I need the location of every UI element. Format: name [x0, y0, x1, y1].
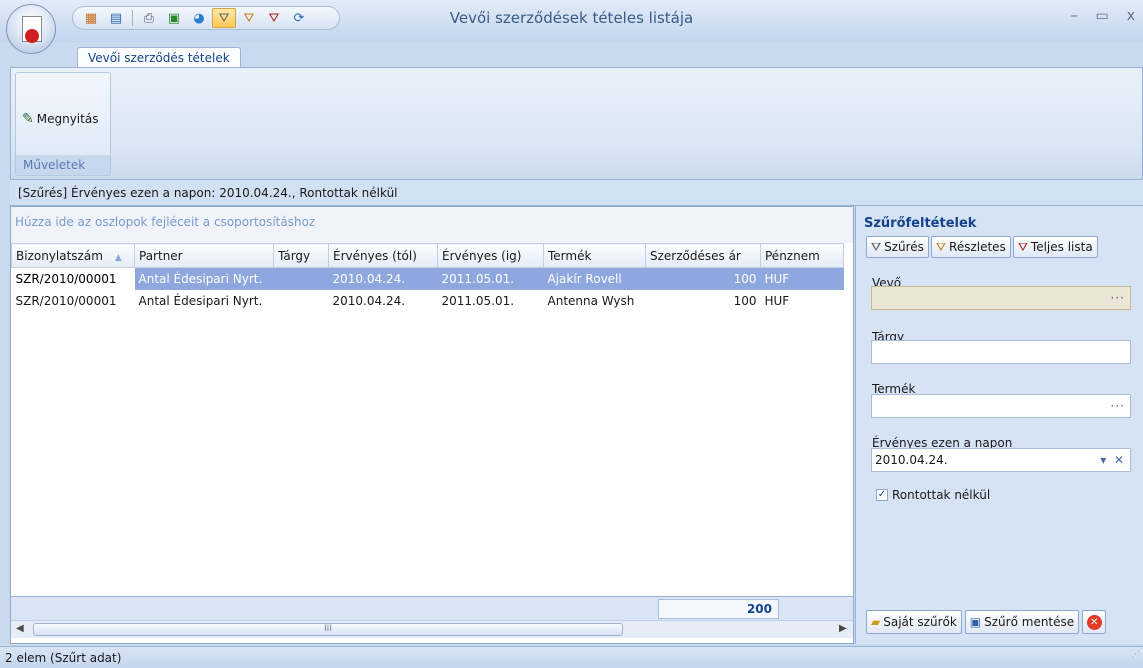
edit-icon: ✎	[22, 111, 34, 127]
save-filter-button[interactable]: ▣ Szűrő mentése	[964, 610, 1080, 634]
cell-price[interactable]: 100	[646, 290, 761, 312]
scroll-right-icon[interactable]: ▶	[839, 623, 847, 634]
table-row[interactable]: SZR/2010/00001 Antal Édesipari Nyrt. 201…	[11, 267, 844, 290]
close-button[interactable]: x	[1127, 8, 1135, 24]
maximize-button[interactable]: ▭	[1095, 8, 1108, 24]
seal-icon	[25, 29, 39, 43]
ribbon: ✎ Megnyitás Műveletek	[10, 67, 1143, 180]
grid-table: Bizonylatszám ▲ Partner Tárgy Érvényes (t…	[11, 243, 844, 312]
column-header-product[interactable]: Termék	[543, 243, 646, 268]
column-header-subject[interactable]: Tárgy	[273, 243, 329, 268]
cell-product[interactable]: Antenna Wysh	[544, 290, 646, 312]
column-header-contract-price[interactable]: Szerződéses ár	[645, 243, 761, 268]
ribbon-tab-row: Vevői szerződés tételek	[0, 42, 1143, 70]
minimize-button[interactable]: –	[1070, 8, 1077, 24]
open-button[interactable]: ✎ Megnyitás	[22, 111, 98, 127]
ribbon-group-actions: ✎ Megnyitás Műveletek	[15, 72, 111, 176]
column-header-doc-number[interactable]: Bizonylatszám ▲	[11, 243, 135, 268]
column-header-currency[interactable]: Pénznem	[760, 243, 844, 268]
title-bar: ▦ ▤ ⎙ ▣ ◕ ⛛ ⛛ ⛛ ⟳ Vevői szerződések téte…	[0, 0, 1143, 42]
cell-partner[interactable]: Antal Édesipari Nyrt.	[135, 290, 274, 312]
filter-panel-title: Szűrőfeltételek	[864, 216, 977, 231]
window-controls: – ▭ x	[1070, 8, 1135, 24]
checkbox-checked-icon[interactable]: ✓	[876, 489, 888, 501]
product-field[interactable]: ···	[871, 394, 1131, 418]
chevron-down-icon[interactable]: ▾	[1100, 453, 1106, 467]
filter-button-row: ⛛ Szűrés ⛛ Részletes ⛛ Teljes lista	[866, 236, 1098, 258]
exclude-voided-checkbox[interactable]: ✓ Rontottak nélkül	[876, 488, 990, 502]
horizontal-scrollbar[interactable]: ◀ III ▶	[11, 620, 853, 638]
grid-header-row: Bizonylatszám ▲ Partner Tárgy Érvényes (t…	[11, 243, 844, 268]
status-text: 2 elem (Szűrt adat)	[5, 651, 122, 665]
table-row[interactable]: SZR/2010/00001 Antal Édesipari Nyrt. 201…	[12, 290, 844, 312]
clear-funnel-icon: ⛛	[1017, 239, 1028, 254]
cell-subject[interactable]	[274, 290, 329, 312]
column-header-valid-to[interactable]: Érvényes (ig)	[437, 243, 544, 268]
window-title: Vevői szerződések tételes listája	[449, 9, 694, 27]
ribbon-group-label: Műveletek	[16, 155, 110, 175]
full-list-button[interactable]: ⛛ Teljes lista	[1012, 236, 1098, 258]
sort-ascending-icon: ▲	[114, 252, 122, 263]
scrollbar-thumb[interactable]: III	[33, 623, 623, 636]
application-button[interactable]	[6, 4, 56, 54]
group-by-hint[interactable]: Húzza ide az oszlopok fejléceit a csopor…	[11, 207, 853, 243]
cell-price[interactable]: 100	[645, 267, 761, 290]
filter-status-line: [Szűrés] Érvényes ezen a napon: 2010.04.…	[10, 180, 1143, 206]
cell-valid-to[interactable]: 2011.05.01.	[437, 267, 544, 290]
scroll-left-icon[interactable]: ◀	[16, 623, 24, 634]
delete-icon: ✕	[1086, 614, 1102, 630]
cell-product[interactable]: Ajakír Rovell	[543, 267, 646, 290]
data-grid: Húzza ide az oszlopok fejléceit a csopor…	[10, 206, 854, 644]
resize-grip-icon[interactable]: ⋰	[1131, 644, 1140, 666]
cell-partner[interactable]: Antal Édesipari Nyrt.	[134, 267, 274, 290]
filter-panel: Szűrőfeltételek ⛛ Szűrés ⛛ Részletes ⛛ T…	[855, 206, 1143, 644]
grid-footer-row: 200	[11, 596, 853, 620]
cell-currency[interactable]: HUF	[760, 267, 844, 290]
customer-field[interactable]: ···	[871, 286, 1131, 310]
ellipsis-icon[interactable]: ···	[1111, 395, 1125, 417]
ellipsis-icon[interactable]: ···	[1111, 287, 1125, 309]
delete-filter-button[interactable]: ✕	[1082, 610, 1107, 634]
folder-icon: ▰	[871, 615, 881, 629]
column-header-partner[interactable]: Partner	[134, 243, 274, 268]
cell-valid-from[interactable]: 2010.04.24.	[328, 267, 438, 290]
detailed-funnel-icon: ⛛	[935, 239, 947, 254]
open-button-label: Megnyitás	[36, 112, 99, 126]
filter-button[interactable]: ⛛ Szűrés	[866, 236, 929, 258]
cell-doc-number[interactable]: SZR/2010/00001	[11, 267, 135, 290]
own-filters-button[interactable]: ▰ Saját szűrők	[866, 610, 962, 634]
cell-currency[interactable]: HUF	[761, 290, 844, 312]
status-bar: 2 elem (Szűrt adat) ⋰	[0, 646, 1143, 668]
price-sum: 200	[658, 599, 779, 619]
cell-valid-from[interactable]: 2010.04.24.	[329, 290, 438, 312]
clear-icon[interactable]: ✕	[1114, 453, 1124, 467]
cell-valid-to[interactable]: 2011.05.01.	[438, 290, 544, 312]
column-header-valid-from[interactable]: Érvényes (tól)	[328, 243, 438, 268]
filter-bottom-buttons: ▰ Saját szűrők ▣ Szűrő mentése ✕	[866, 610, 1107, 634]
cell-doc-number[interactable]: SZR/2010/00001	[12, 290, 135, 312]
cell-subject[interactable]	[273, 267, 329, 290]
subject-field[interactable]	[871, 340, 1131, 364]
save-icon: ▣	[969, 615, 982, 629]
detailed-filter-button[interactable]: ⛛ Részletes	[930, 236, 1011, 258]
date-field[interactable]: 2010.04.24. ▾ ✕	[871, 448, 1131, 472]
funnel-icon: ⛛	[871, 239, 882, 254]
date-controls: ▾ ✕	[1100, 449, 1124, 471]
